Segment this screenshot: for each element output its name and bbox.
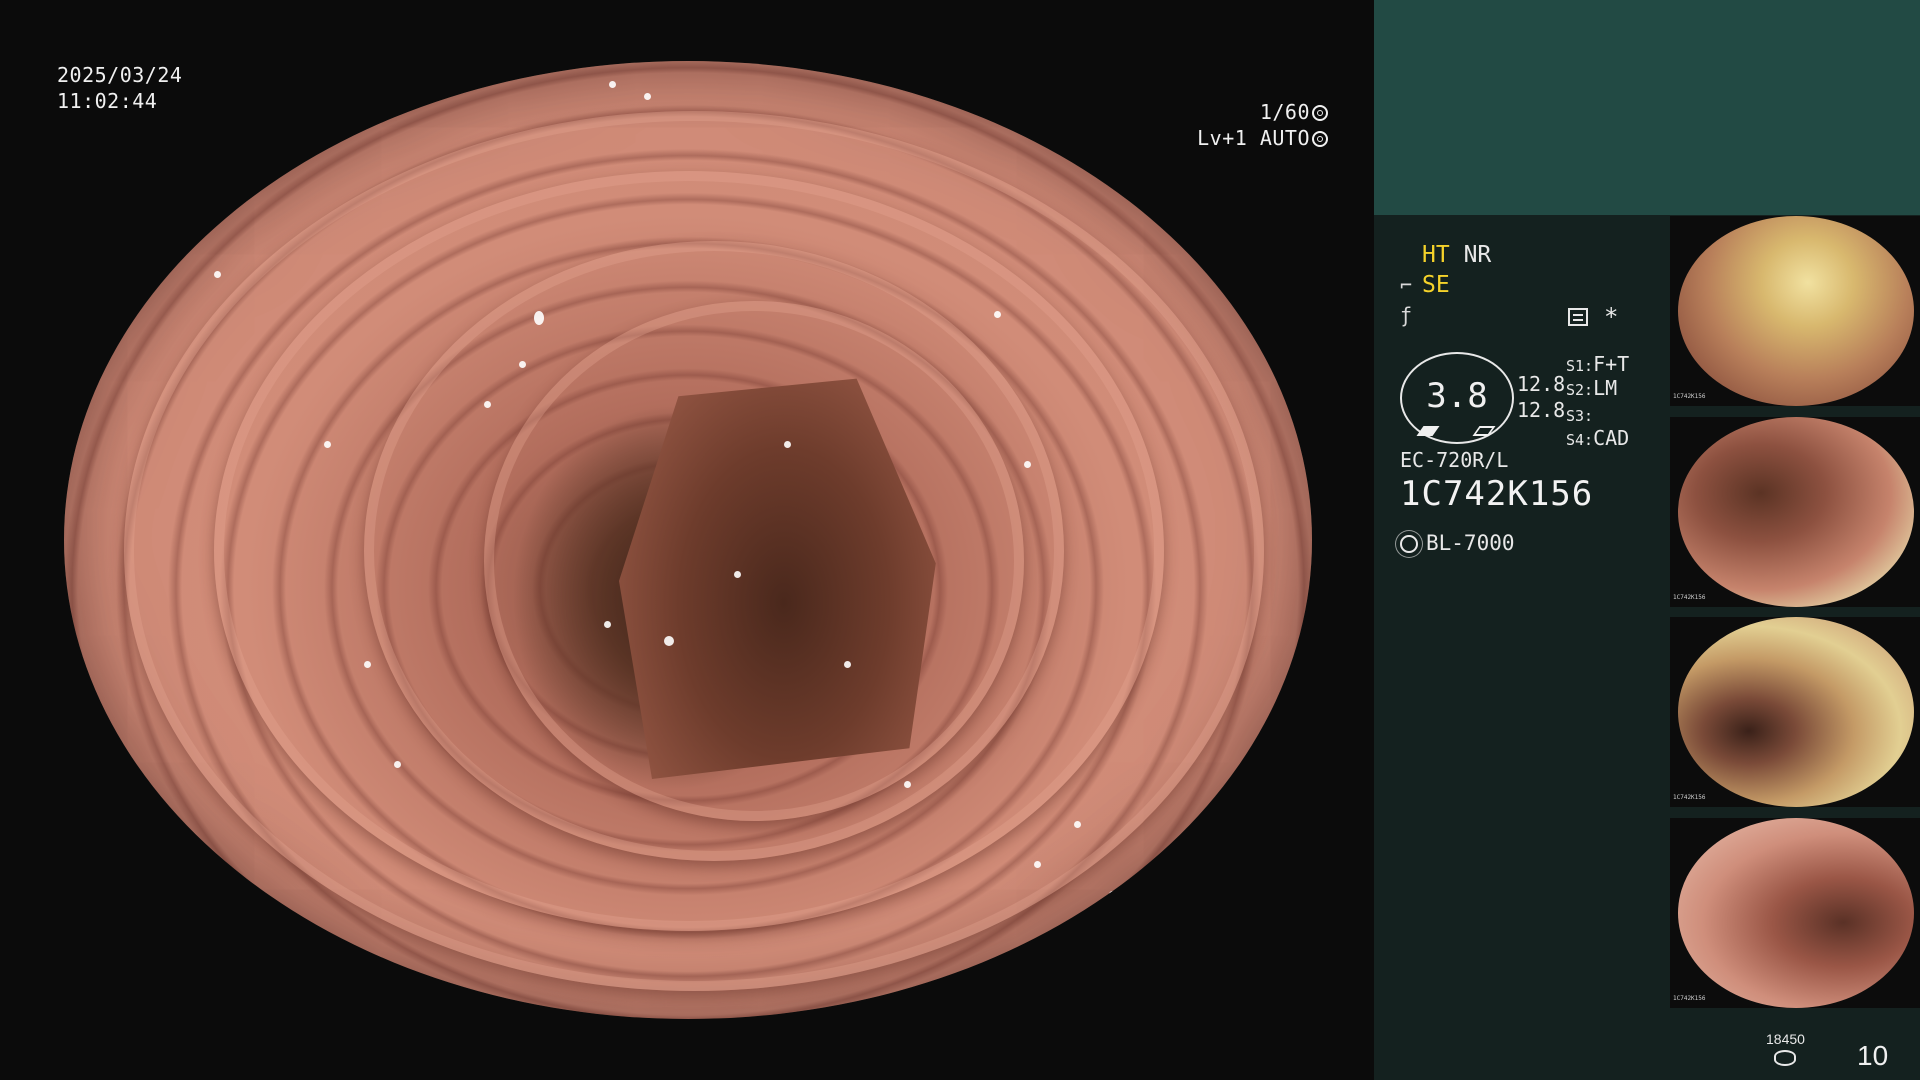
level-mode-label: Lv+1 AUTO [1197, 126, 1310, 150]
vital-value: 3.8 [1426, 376, 1488, 416]
switch-s2: S2:LM [1566, 376, 1618, 400]
storage-count: 18450 [1766, 1031, 1805, 1047]
shutter-icon [1312, 105, 1328, 121]
auto-light-icon [1312, 131, 1328, 147]
scope-model: EC-720R/L [1400, 448, 1509, 472]
date-time-stamp: 2025/03/24 11:02:44 [57, 62, 182, 114]
switch-s4: S4:CAD [1566, 426, 1630, 450]
shutter-label: 1/60 [1259, 100, 1310, 124]
mode-nr: NR [1463, 242, 1492, 268]
status-side-panel: HT NR ⌐ SE ƒ * 3.8 12.8 12.8 S1:F+T S2:LM… [1374, 0, 1920, 1080]
settings-icon [1568, 308, 1588, 326]
captured-thumbnail[interactable]: 1C742K156 [1670, 216, 1920, 406]
scope-serial: 1C742K156 [1400, 474, 1594, 514]
scope-angle-icon: ⌐ [1400, 273, 1413, 297]
date-label: 2025/03/24 [57, 63, 183, 87]
light-source: BL-7000 [1400, 531, 1515, 555]
endoscope-live-image [64, 61, 1312, 1019]
mode-ht: HT [1422, 242, 1450, 268]
processor-mode-info: HT NR ⌐ SE ƒ [1400, 240, 1660, 330]
vital-gauge: 3.8 [1400, 352, 1514, 444]
captured-thumbnail[interactable]: 1C742K156 [1670, 617, 1920, 807]
mode-se: SE [1422, 272, 1450, 298]
captured-thumbnail[interactable]: 1C742K156 [1670, 417, 1920, 607]
page-count: 10 [1857, 1040, 1889, 1071]
light-source-icon [1400, 535, 1418, 553]
time-label: 11:02:44 [57, 89, 158, 113]
captured-thumbnail[interactable]: 1C742K156 [1670, 818, 1920, 1008]
switch-s3: S3: [1566, 407, 1594, 425]
numeric-readout-1: 12.8 [1517, 372, 1566, 396]
exposure-status: 1/60 Lv+1 AUTO [1178, 99, 1328, 151]
asterisk-icon: * [1604, 303, 1619, 331]
panel-header-area [1374, 0, 1920, 215]
numeric-readout-2: 12.8 [1517, 398, 1566, 422]
freeze-icon: ƒ [1400, 303, 1413, 327]
endoscope-main-view: 2025/03/24 11:02:44 1/60 Lv+1 AUTO [0, 0, 1374, 1080]
switch-s1: S1:F+T [1566, 352, 1630, 376]
storage-icon [1774, 1050, 1796, 1066]
